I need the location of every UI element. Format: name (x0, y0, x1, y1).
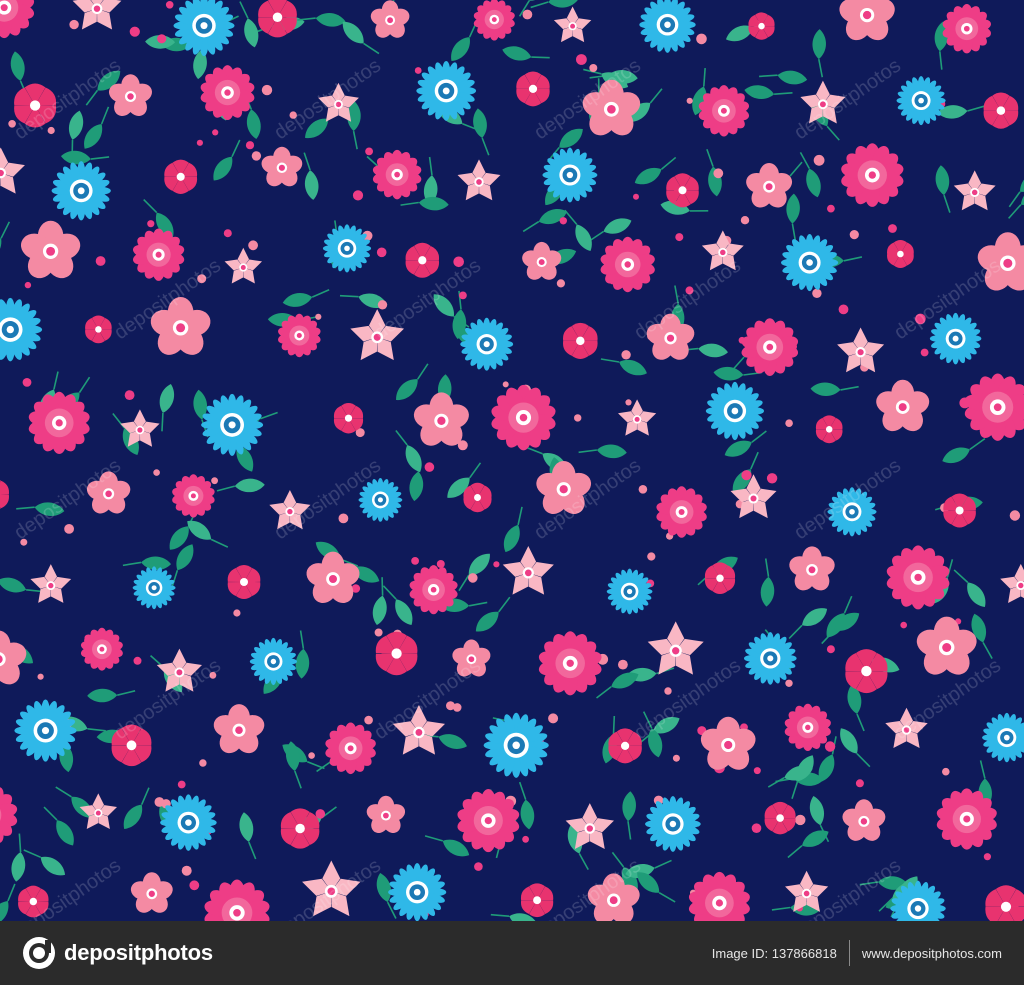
berry-icon (223, 229, 232, 238)
berry-icon (24, 281, 32, 289)
berry-icon (189, 880, 200, 891)
berry-icon (664, 687, 672, 695)
berry-icon (377, 300, 388, 310)
berry-icon (474, 862, 483, 871)
floral-pattern: depositphotos depositphotos depositphotos d… (0, 0, 1024, 921)
berry-icon (672, 754, 680, 762)
berry-icon (459, 291, 467, 300)
berry-icon (618, 659, 628, 670)
berry-icon (315, 809, 326, 819)
berry-icon (751, 823, 762, 833)
berry-icon (64, 524, 74, 534)
berry-icon (493, 561, 500, 568)
berry-icon (352, 190, 364, 201)
berry-icon (129, 26, 140, 37)
image-meta: Image ID: 137866818 www.depositphotos.co… (712, 940, 1002, 966)
berry-icon (522, 9, 533, 20)
berry-icon (308, 752, 315, 759)
berry-icon (920, 348, 929, 357)
berry-icon (559, 217, 567, 225)
berry-icon (315, 313, 322, 320)
berry-icon (154, 797, 165, 807)
berry-icon (522, 835, 529, 843)
brand-name: depositphotos (64, 940, 213, 965)
berry-icon (621, 350, 631, 360)
berry-icon (177, 780, 186, 789)
stock-footer: depositphotos Image ID: 137866818 www.de… (0, 921, 1024, 985)
berry-icon (245, 141, 255, 150)
berry-icon (196, 139, 203, 146)
berry-icon (69, 19, 79, 30)
berry-icon (741, 470, 752, 481)
berry-icon (826, 645, 835, 654)
berry-icon (502, 381, 509, 388)
berry-icon (849, 230, 859, 240)
berry-icon (133, 656, 142, 665)
berry-icon (625, 399, 632, 406)
berry-icon (785, 419, 793, 428)
berry-icon (824, 741, 836, 752)
berry-icon (424, 462, 435, 472)
brand[interactable]: depositphotos (22, 936, 213, 970)
berry-icon (411, 557, 419, 565)
berry-icon (153, 469, 160, 476)
berry-icon (647, 552, 656, 561)
berry-icon (827, 204, 835, 213)
berry-icon (468, 573, 478, 583)
berry-icon (838, 304, 849, 315)
berry-icon (574, 414, 582, 422)
berry-icon (446, 701, 455, 711)
site-url-link[interactable]: www.depositphotos.com (850, 946, 1002, 961)
berry-icon (785, 679, 793, 687)
berry-icon (675, 233, 684, 242)
berry-icon (888, 224, 897, 233)
berry-icon (900, 621, 907, 629)
berry-icon (95, 256, 106, 266)
berry-icon (181, 865, 192, 876)
berry-icon (589, 64, 598, 72)
berry-icon (157, 34, 167, 44)
berry-icon (211, 477, 219, 485)
berry-icon (374, 628, 383, 637)
berry-icon (22, 378, 32, 387)
berry-icon (556, 279, 566, 288)
berry-icon (233, 609, 241, 617)
berry-icon (576, 54, 587, 65)
berry-icon (261, 84, 273, 96)
berry-icon (813, 154, 825, 166)
berry-icon (365, 147, 373, 156)
berry-icon (212, 129, 219, 136)
berry-icon (199, 759, 207, 767)
berry-icon (638, 485, 648, 494)
berry-icon (414, 67, 422, 74)
berry-icon (124, 390, 135, 400)
berry-icon (686, 97, 693, 104)
berry-icon (633, 193, 639, 200)
image-id-text: Image ID: 137866818 (711, 945, 837, 961)
berry-icon (248, 240, 258, 251)
berry-icon (338, 513, 349, 524)
berry-icon (165, 1, 174, 9)
berry-icon (766, 473, 778, 484)
berry-icon (47, 126, 55, 135)
berry-icon (147, 220, 155, 228)
berry-icon (696, 33, 707, 45)
berry-icon (713, 168, 724, 179)
berry-icon (548, 713, 559, 724)
floral-pattern-area: depositphotos depositphotos depositphotos d… (0, 0, 1024, 921)
berry-icon (942, 767, 950, 776)
berry-icon (37, 673, 44, 680)
berry-icon (855, 779, 864, 788)
berry-icon (812, 288, 822, 298)
berry-icon (740, 216, 750, 225)
berry-icon (753, 767, 761, 775)
berry-icon (983, 853, 992, 861)
berry-icon (251, 151, 262, 161)
berry-icon (1009, 510, 1021, 521)
berry-icon (376, 247, 387, 258)
depositphotos-logo-icon (23, 937, 55, 969)
berry-icon (364, 715, 373, 725)
berry-icon (436, 560, 445, 568)
berry-icon (795, 814, 806, 826)
